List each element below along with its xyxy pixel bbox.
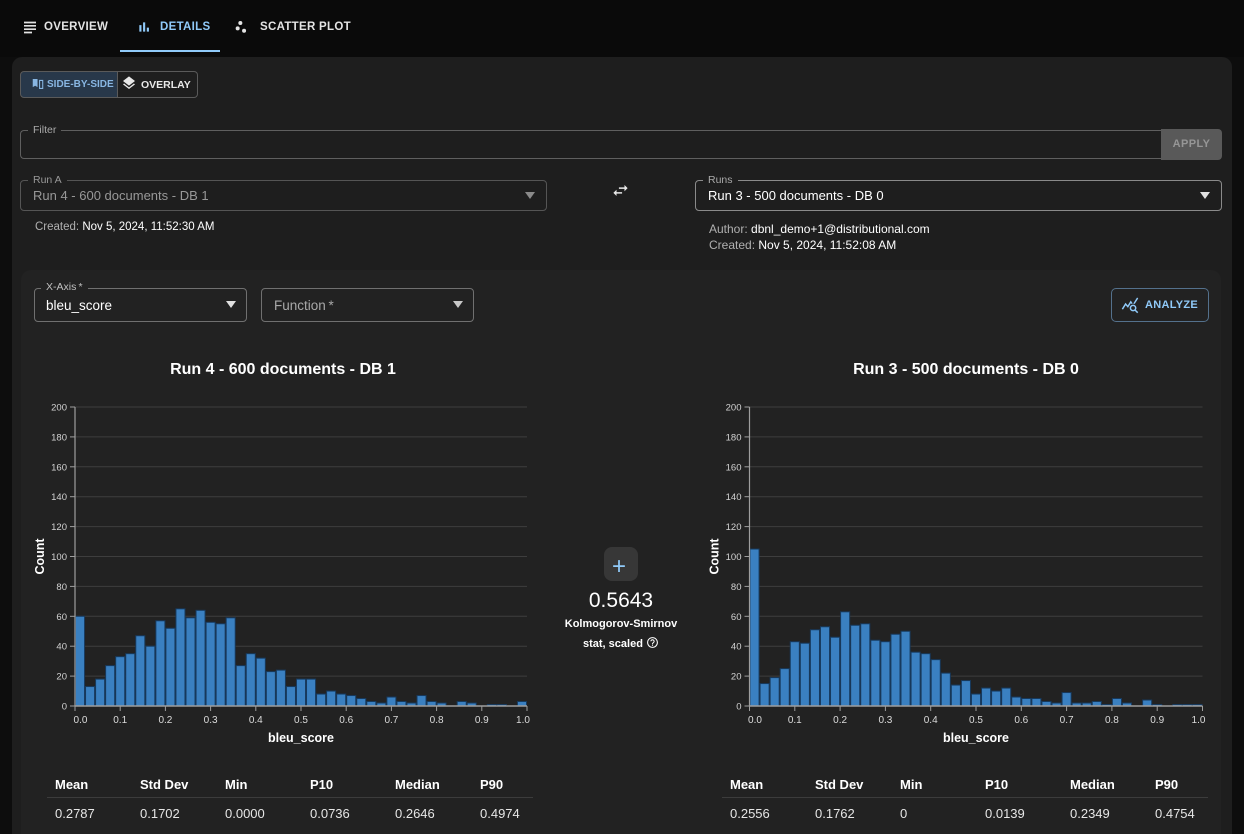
svg-text:0.4: 0.4: [249, 715, 263, 726]
svg-text:100: 100: [51, 552, 67, 563]
svg-text:160: 160: [51, 462, 67, 473]
svg-text:0.6: 0.6: [1014, 715, 1028, 726]
svg-text:1.0: 1.0: [516, 715, 530, 726]
svg-text:200: 200: [51, 403, 67, 414]
svg-text:0: 0: [736, 702, 741, 713]
svg-text:0.4: 0.4: [924, 715, 938, 726]
svg-text:120: 120: [51, 522, 67, 533]
svg-text:0.3: 0.3: [204, 715, 218, 726]
svg-text:20: 20: [731, 672, 742, 683]
svg-text:20: 20: [56, 672, 67, 683]
svg-text:80: 80: [56, 582, 67, 593]
svg-text:0.1: 0.1: [788, 715, 802, 726]
svg-text:0.9: 0.9: [1150, 715, 1164, 726]
svg-text:0.7: 0.7: [1060, 715, 1074, 726]
svg-text:1.0: 1.0: [1192, 715, 1206, 726]
svg-text:bleu_score: bleu_score: [268, 731, 334, 745]
svg-text:60: 60: [731, 612, 742, 623]
svg-text:180: 180: [726, 432, 742, 443]
svg-text:100: 100: [726, 552, 742, 563]
svg-text:0.5: 0.5: [969, 715, 983, 726]
svg-text:0.8: 0.8: [1105, 715, 1119, 726]
svg-text:0.2: 0.2: [833, 715, 847, 726]
svg-text:0.6: 0.6: [339, 715, 353, 726]
svg-text:0.2: 0.2: [158, 715, 172, 726]
svg-text:140: 140: [726, 492, 742, 503]
svg-text:Count: Count: [33, 538, 47, 575]
svg-text:180: 180: [51, 432, 67, 443]
svg-text:40: 40: [731, 642, 742, 653]
svg-text:60: 60: [56, 612, 67, 623]
svg-text:bleu_score: bleu_score: [943, 731, 1009, 745]
svg-text:0.7: 0.7: [384, 715, 398, 726]
svg-text:0.5: 0.5: [294, 715, 308, 726]
svg-text:0.0: 0.0: [74, 715, 88, 726]
svg-text:0.0: 0.0: [748, 715, 762, 726]
svg-text:80: 80: [731, 582, 742, 593]
svg-text:120: 120: [726, 522, 742, 533]
svg-text:0: 0: [62, 702, 67, 713]
svg-text:0.9: 0.9: [475, 715, 489, 726]
svg-text:200: 200: [726, 403, 742, 414]
svg-text:0.8: 0.8: [430, 715, 444, 726]
svg-text:0.3: 0.3: [878, 715, 892, 726]
svg-text:0.1: 0.1: [113, 715, 127, 726]
svg-text:Count: Count: [709, 538, 722, 575]
svg-text:40: 40: [56, 642, 67, 653]
svg-text:160: 160: [726, 462, 742, 473]
svg-text:140: 140: [51, 492, 67, 503]
